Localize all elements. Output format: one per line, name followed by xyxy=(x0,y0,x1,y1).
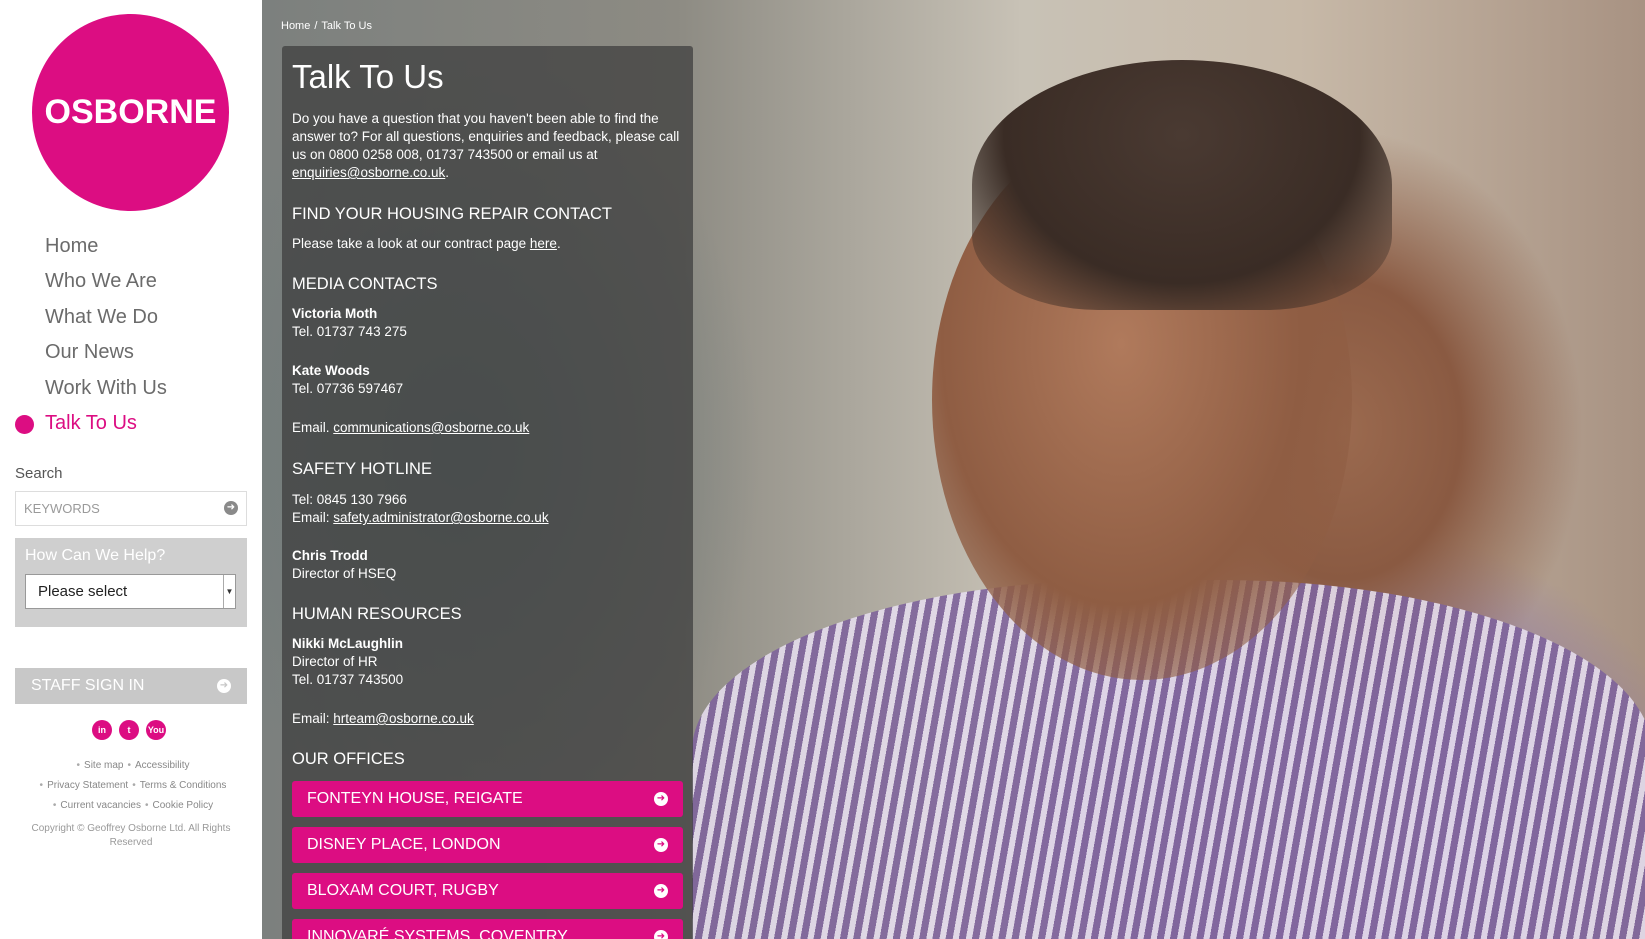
media-contact-1: Victoria Moth Tel. 01737 743 275 xyxy=(292,305,684,341)
media-contact-2-name: Kate Woods xyxy=(292,363,370,378)
media-email-label: Email. xyxy=(292,420,334,435)
housing-end: . xyxy=(556,236,561,251)
nav-item-who-we-are[interactable]: Who We Are xyxy=(0,264,262,299)
footer-link-cookie[interactable]: Cookie Policy xyxy=(153,800,214,811)
nav-item-home[interactable]: Home xyxy=(0,229,262,264)
search-submit-icon[interactable]: ➜ xyxy=(224,501,238,515)
media-contact-1-name: Victoria Moth xyxy=(292,306,378,321)
linkedin-icon[interactable]: in xyxy=(92,720,112,740)
media-heading: MEDIA CONTACTS xyxy=(292,275,438,293)
help-select[interactable]: Please select ▼ xyxy=(25,574,236,609)
logo-text: OSBORNE xyxy=(44,93,217,131)
hr-contact-name: Nikki McLaughlin xyxy=(292,636,404,651)
intro-paragraph: Do you have a question that you haven't … xyxy=(292,110,684,182)
footer-link-privacy[interactable]: Privacy Statement xyxy=(47,780,128,791)
sidebar: OSBORNE Home Who We Are What We Do Our N… xyxy=(0,0,262,939)
social-links: in t You xyxy=(92,720,166,740)
content-panel: Talk To Us Do you have a question that y… xyxy=(282,46,693,939)
housing-paragraph: Please take a look at our contract page … xyxy=(292,235,684,253)
expand-arrow-icon: ➜ xyxy=(654,838,668,852)
expand-arrow-icon: ➜ xyxy=(654,884,668,898)
main-nav: Home Who We Are What We Do Our News Work… xyxy=(0,229,262,441)
twitter-icon[interactable]: t xyxy=(119,720,139,740)
nav-item-our-news[interactable]: Our News xyxy=(0,335,262,370)
office-bloxam-court[interactable]: BLOXAM COURT, RUGBY ➜ xyxy=(292,873,683,909)
media-contact-1-tel: Tel. 01737 743 275 xyxy=(292,324,407,339)
hr-heading: HUMAN RESOURCES xyxy=(292,605,462,623)
help-title: How Can We Help? xyxy=(25,547,166,564)
help-panel: How Can We Help? Please select ▼ xyxy=(15,538,247,627)
staff-sign-in-label: STAFF SIGN IN xyxy=(31,677,145,694)
footer-link-terms[interactable]: Terms & Conditions xyxy=(140,780,227,791)
media-contact-2-tel: Tel. 07736 597467 xyxy=(292,381,404,396)
safety-email-link[interactable]: safety.administrator@osborne.co.uk xyxy=(333,510,548,525)
office-disney-place[interactable]: DISNEY PLACE, LONDON ➜ xyxy=(292,827,683,863)
photo-hair xyxy=(972,60,1392,310)
nav-item-label: Talk To Us xyxy=(45,411,137,434)
media-email: Email. communications@osborne.co.uk xyxy=(292,419,684,437)
office-innovare-systems[interactable]: INNOVARÉ SYSTEMS, COVENTRY ➜ xyxy=(292,919,683,939)
active-indicator-icon xyxy=(15,414,34,434)
help-select-value: Please select xyxy=(38,583,128,600)
safety-person: Chris Trodd Director of HSEQ xyxy=(292,547,684,583)
staff-sign-in-button[interactable]: STAFF SIGN IN ➜ xyxy=(15,668,247,704)
hr-email-label: Email: xyxy=(292,711,334,726)
breadcrumb-current: Talk To Us xyxy=(321,20,372,32)
copyright-text: Copyright © Geoffrey Osborne Ltd. All Ri… xyxy=(31,823,231,848)
footer-link-site-map[interactable]: Site map xyxy=(84,760,123,771)
safety-email-label: Email: xyxy=(292,510,334,525)
housing-heading: FIND YOUR HOUSING REPAIR CONTACT xyxy=(292,205,612,223)
expand-arrow-icon: ➜ xyxy=(654,792,668,806)
nav-item-work-with-us[interactable]: Work With Us xyxy=(0,371,262,406)
hr-tel: Tel. 01737 743500 xyxy=(292,672,404,687)
dropdown-caret-icon: ▼ xyxy=(223,575,235,608)
hr-email: Email: hrteam@osborne.co.uk xyxy=(292,710,684,728)
intro-text: Do you have a question that you haven't … xyxy=(292,111,680,162)
youtube-icon[interactable]: You xyxy=(146,720,166,740)
communications-email-link[interactable]: communications@osborne.co.uk xyxy=(333,420,529,435)
footer-links: • Site map • Accessibility • Privacy Stateme… xyxy=(39,760,227,811)
nav-item-what-we-do[interactable]: What We Do xyxy=(0,300,262,335)
hr-contact-role: Director of HR xyxy=(292,654,378,669)
safety-heading: SAFETY HOTLINE xyxy=(292,460,432,478)
office-fonteyn-house[interactable]: FONTEYN HOUSE, REIGATE ➜ xyxy=(292,781,683,817)
breadcrumb: Home / Talk To Us xyxy=(281,20,372,32)
safety-contact: Tel: 0845 130 7966 Email: safety.adminis… xyxy=(292,491,684,527)
office-label: FONTEYN HOUSE, REIGATE xyxy=(307,790,523,807)
arrow-circle-icon: ➜ xyxy=(217,679,231,693)
office-label: BLOXAM COURT, RUGBY xyxy=(307,882,499,899)
office-label: DISNEY PLACE, LONDON xyxy=(307,836,501,853)
osborne-logo[interactable]: OSBORNE xyxy=(32,14,229,211)
safety-person-role: Director of HSEQ xyxy=(292,566,397,581)
intro-end: . xyxy=(445,165,450,180)
footer-link-vacancies[interactable]: Current vacancies xyxy=(60,800,141,811)
hr-email-link[interactable]: hrteam@osborne.co.uk xyxy=(333,711,474,726)
contract-page-link[interactable]: here xyxy=(530,236,557,251)
search-box: ➜ xyxy=(15,491,247,526)
expand-arrow-icon: ➜ xyxy=(654,930,668,939)
safety-tel: Tel: 0845 130 7966 xyxy=(292,492,407,507)
enquiries-email-link[interactable]: enquiries@osborne.co.uk xyxy=(292,165,445,180)
breadcrumb-home[interactable]: Home xyxy=(281,20,310,32)
footer-link-accessibility[interactable]: Accessibility xyxy=(135,760,189,771)
media-contact-2: Kate Woods Tel. 07736 597467 xyxy=(292,362,684,398)
office-label: INNOVARÉ SYSTEMS, COVENTRY xyxy=(307,928,568,939)
safety-person-name: Chris Trodd xyxy=(292,548,368,563)
breadcrumb-separator: / xyxy=(314,20,318,32)
nav-item-talk-to-us[interactable]: Talk To Us xyxy=(0,406,262,441)
search-label: Search xyxy=(15,465,63,482)
hr-contact: Nikki McLaughlin Director of HR Tel. 017… xyxy=(292,635,684,689)
housing-text: Please take a look at our contract page xyxy=(292,236,530,251)
search-input[interactable] xyxy=(16,492,211,525)
offices-heading: OUR OFFICES xyxy=(292,750,405,768)
page-title: Talk To Us xyxy=(292,58,444,95)
